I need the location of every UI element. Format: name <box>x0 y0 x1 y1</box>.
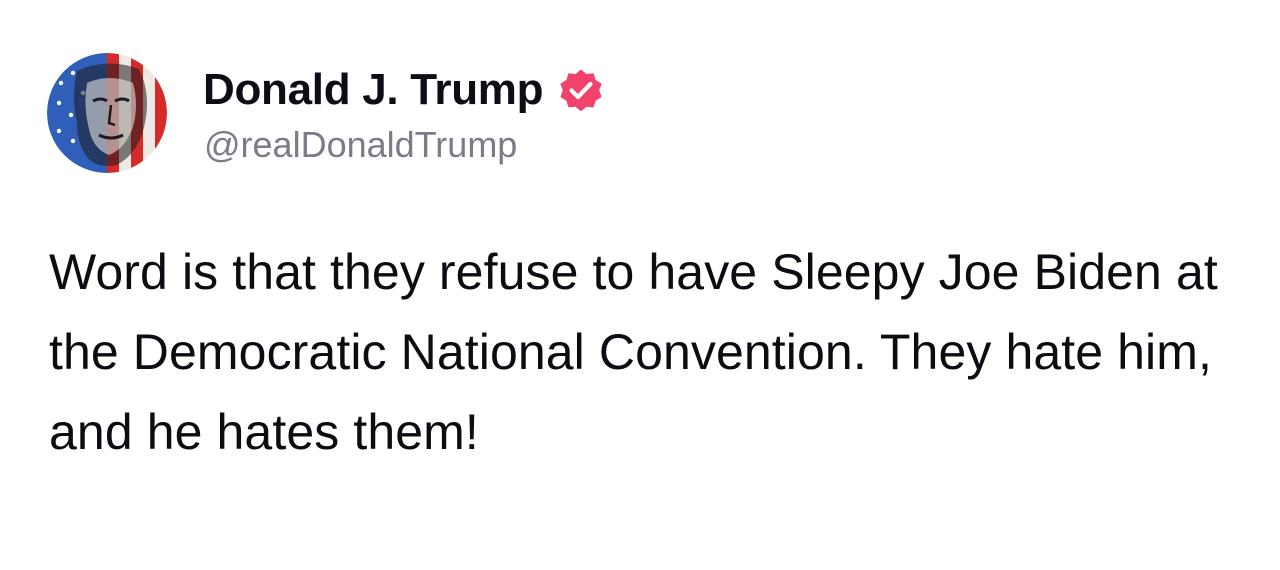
author-avatar[interactable] <box>47 53 167 173</box>
author-handle[interactable]: @realDonaldTrump <box>204 124 517 166</box>
post-body-text: Word is that they refuse to have Sleepy … <box>49 244 1218 460</box>
avatar-flag-portrait-icon <box>47 53 167 173</box>
author-display-name[interactable]: Donald J. Trump <box>203 65 544 115</box>
post-card: Donald J. Trump @realDonaldTrump Word is… <box>0 0 1280 570</box>
verified-badge-icon <box>557 66 605 114</box>
author-name-row: Donald J. Trump <box>203 62 605 118</box>
